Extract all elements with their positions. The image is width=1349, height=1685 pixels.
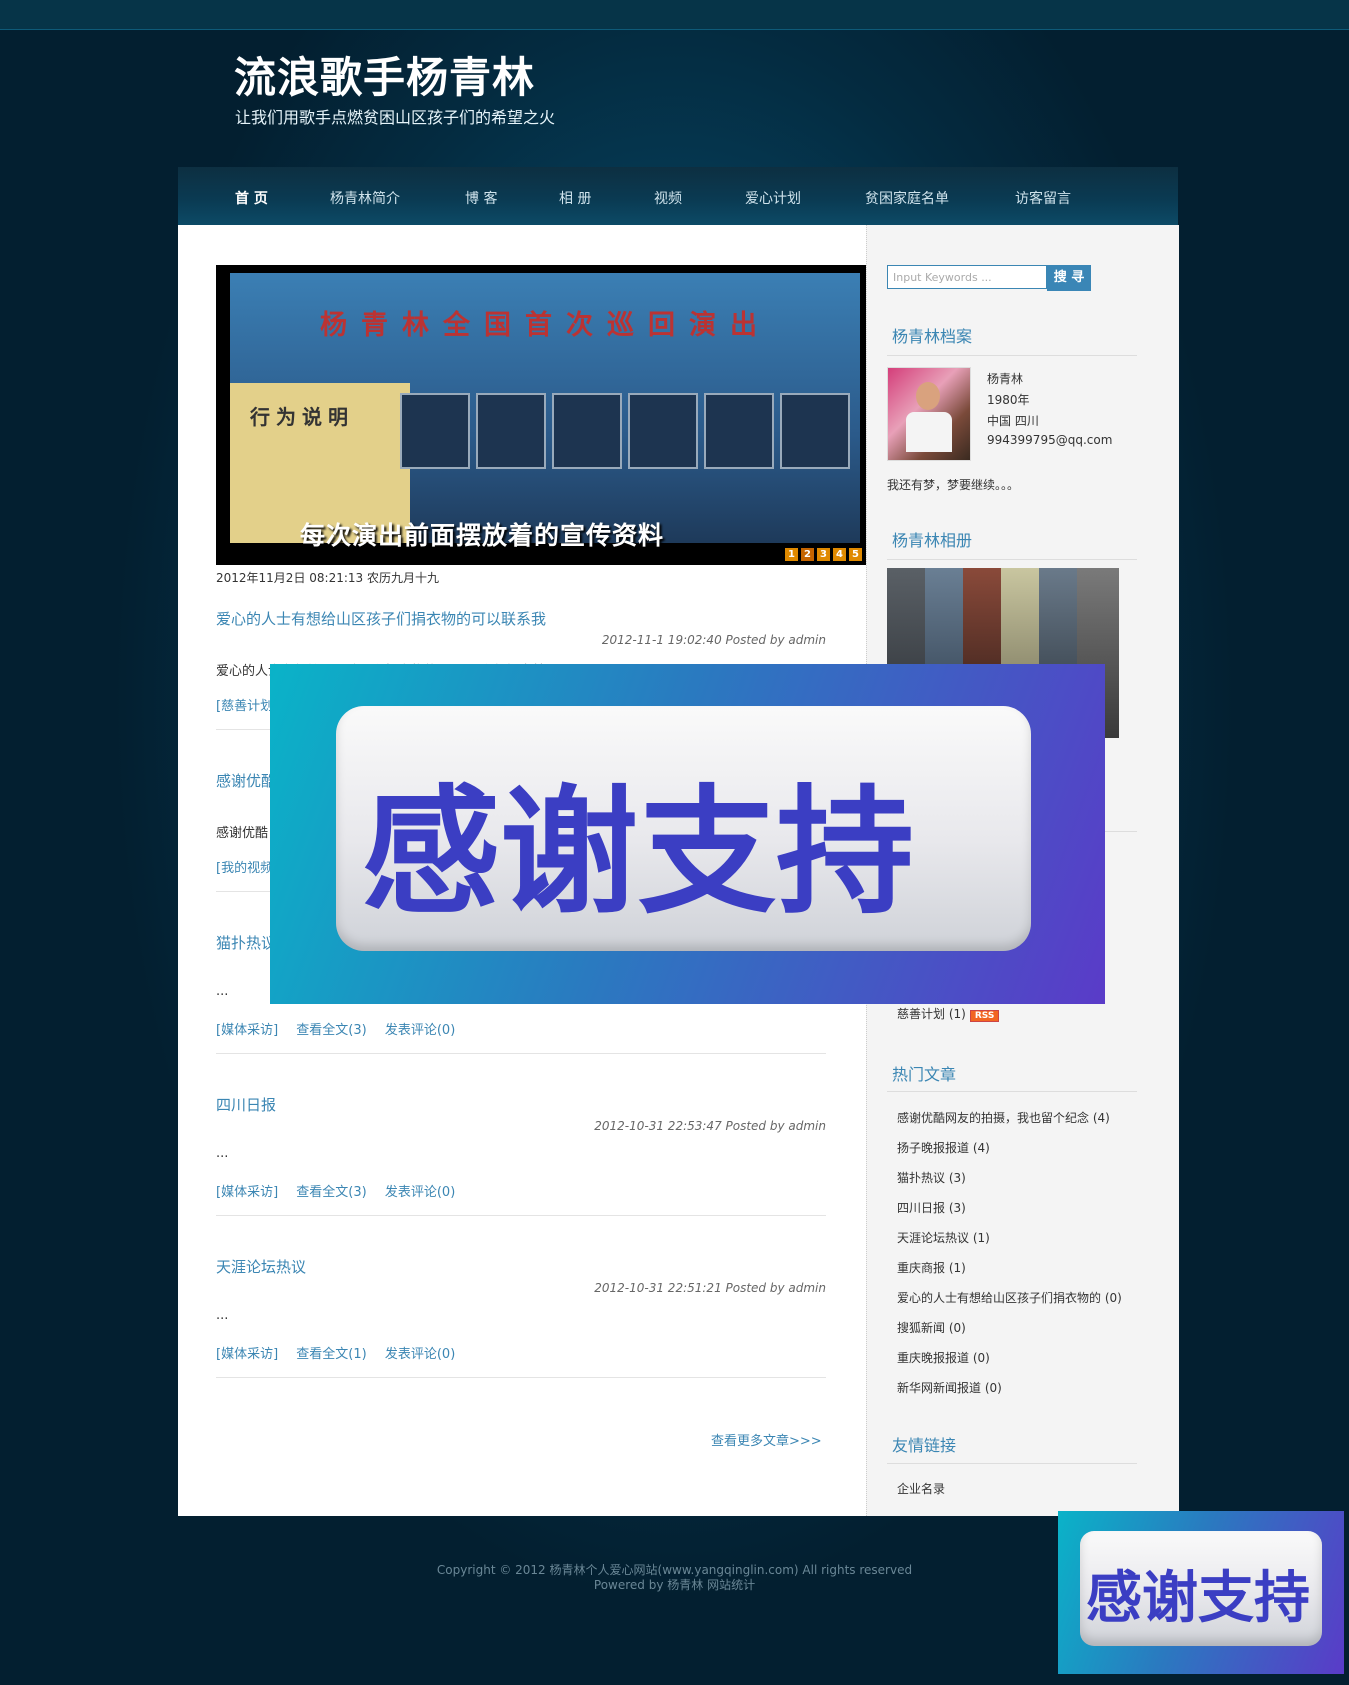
support-corner-badge[interactable]: 感谢支持: [1058, 1511, 1344, 1674]
list-item[interactable]: 重庆商报 (1): [897, 1259, 1122, 1289]
post-links: [媒体采访] 查看全文(3) 发表评论(0): [216, 1019, 469, 1038]
post-links: [媒体采访] 查看全文(1) 发表评论(0): [216, 1343, 469, 1362]
slide-banner-text: 杨青林全国首次巡回演出: [320, 310, 771, 341]
divider: [887, 559, 1137, 560]
search-button[interactable]: 搜 寻: [1047, 265, 1091, 291]
slide-photo: [780, 393, 850, 469]
nav-charity-plan[interactable]: 爱心计划: [745, 188, 801, 208]
search-input[interactable]: Input Keywords ...: [887, 265, 1047, 289]
site-title[interactable]: 流浪歌手杨青林: [234, 44, 535, 105]
slide-page-4[interactable]: 4: [833, 548, 846, 561]
top-bar: [0, 0, 1349, 30]
slide-photo: [552, 393, 622, 469]
post-read-more-link[interactable]: 查看全文(1): [296, 1347, 366, 1362]
nav-blog[interactable]: 博 客: [465, 188, 497, 208]
list-item[interactable]: 爱心的人士有想给山区孩子们捐衣物的 (0): [897, 1289, 1122, 1319]
rss-badge[interactable]: RSS: [969, 1010, 1000, 1022]
post-category-link[interactable]: [我的视频]: [216, 861, 278, 876]
slide-photo: [400, 393, 470, 469]
nav-album[interactable]: 相 册: [559, 188, 591, 208]
slide-page-1[interactable]: 1: [785, 548, 798, 561]
list-item[interactable]: 新华网新闻报道 (0): [897, 1379, 1122, 1409]
date-line: 2012年11月2日 08:21:13 农历九月十九: [216, 571, 439, 585]
post-category-link[interactable]: [媒体采访]: [216, 1023, 278, 1038]
post-links: [媒体采访] 查看全文(3) 发表评论(0): [216, 1181, 469, 1200]
nav-guestbook[interactable]: 访客留言: [1015, 188, 1071, 208]
slide-page-5[interactable]: 5: [849, 548, 862, 561]
avatar: [887, 367, 971, 461]
hot-articles-heading: 热门文章: [892, 1065, 957, 1084]
profile-email: 994399795@qq.com: [987, 433, 1113, 447]
more-articles-link[interactable]: 查看更多文章>>>: [711, 1430, 822, 1449]
support-badge-text: 感谢支持: [1086, 1566, 1310, 1631]
post-title[interactable]: 四川日报: [216, 1094, 276, 1115]
list-item[interactable]: 猫扑热议 (3): [897, 1169, 1122, 1199]
friend-link[interactable]: 企业名录: [897, 1480, 945, 1497]
divider: [887, 355, 1137, 356]
main-nav: 首 页 杨青林简介 博 客 相 册 视频 爱心计划 贫困家庭名单 访客留言: [178, 167, 1178, 225]
support-popup[interactable]: 感谢支持: [270, 664, 1105, 1004]
post-divider: [216, 1377, 826, 1378]
post-title[interactable]: 爱心的人士有想给山区孩子们捐衣物的可以联系我: [216, 608, 546, 629]
post-excerpt: ...: [216, 984, 229, 999]
post-excerpt: ...: [216, 1146, 229, 1161]
post-title[interactable]: 感谢优酷: [216, 770, 276, 791]
post-comment-link[interactable]: 发表评论(0): [385, 1185, 455, 1200]
avatar-shirt: [906, 412, 952, 452]
slideshow[interactable]: 杨青林全国首次巡回演出 行为说明 每次演出前面摆放着的宣传资料 12345: [216, 265, 866, 565]
slide-sign-text: 行为说明: [250, 405, 354, 429]
slide-page-2[interactable]: 2: [801, 548, 814, 561]
slide-photos: [400, 393, 860, 473]
post-title[interactable]: 猫扑热议: [216, 932, 276, 953]
list-item[interactable]: 感谢优酷网友的拍摄，我也留个纪念 (4): [897, 1109, 1122, 1139]
album-heading: 杨青林相册: [892, 531, 973, 550]
post-comment-link[interactable]: 发表评论(0): [385, 1023, 455, 1038]
profile-name: 杨青林: [987, 372, 1024, 386]
profile-year: 1980年: [987, 393, 1030, 407]
divider: [887, 1091, 1137, 1092]
post-category-link[interactable]: [慈善计划]: [216, 699, 278, 714]
slide-caption: 每次演出前面摆放着的宣传资料: [300, 521, 665, 550]
friend-links-heading: 友情链接: [892, 1436, 957, 1455]
slide-photo: [628, 393, 698, 469]
category-label[interactable]: 慈善计划 (1): [897, 1007, 966, 1021]
profile-location: 中国 四川: [987, 414, 1039, 428]
post-category-link[interactable]: [媒体采访]: [216, 1347, 278, 1362]
category-item[interactable]: 慈善计划 (1) RSS: [897, 1005, 1000, 1022]
post-divider: [216, 1215, 826, 1216]
nav-poor-families[interactable]: 贫困家庭名单: [865, 188, 949, 208]
profile-heading: 杨青林档案: [892, 327, 973, 346]
list-item[interactable]: 重庆晚报报道 (0): [897, 1349, 1122, 1379]
nav-profile[interactable]: 杨青林简介: [330, 188, 400, 208]
post-meta: 2012-10-31 22:51:21 Posted by admin: [594, 1281, 826, 1295]
post-excerpt: 感谢优酷: [216, 826, 269, 841]
site-subtitle: 让我们用歌手点燃贫困山区孩子们的希望之火: [235, 108, 556, 127]
slide-image: 杨青林全国首次巡回演出 行为说明 每次演出前面摆放着的宣传资料: [230, 273, 860, 550]
nav-video[interactable]: 视频: [654, 188, 682, 208]
slide-photo: [704, 393, 774, 469]
post-meta: 2012-10-31 22:53:47 Posted by admin: [594, 1119, 826, 1133]
slide-photo: [476, 393, 546, 469]
divider: [887, 1463, 1137, 1464]
list-item[interactable]: 搜狐新闻 (0): [897, 1319, 1122, 1349]
post-read-more-link[interactable]: 查看全文(3): [296, 1023, 366, 1038]
post-comment-link[interactable]: 发表评论(0): [385, 1347, 455, 1362]
support-popup-text: 感谢支持: [362, 772, 915, 933]
post-read-more-link[interactable]: 查看全文(3): [296, 1185, 366, 1200]
post-excerpt: ...: [216, 1308, 229, 1323]
profile-motto: 我还有梦，梦要继续。。。: [887, 478, 1020, 492]
list-item[interactable]: 天涯论坛热议 (1): [897, 1229, 1122, 1259]
post-title[interactable]: 天涯论坛热议: [216, 1256, 306, 1277]
list-item[interactable]: 四川日报 (3): [897, 1199, 1122, 1229]
list-item[interactable]: 扬子晚报报道 (4): [897, 1139, 1122, 1169]
avatar-face: [916, 382, 940, 410]
post-category-link[interactable]: [媒体采访]: [216, 1185, 278, 1200]
post-divider: [216, 1053, 826, 1054]
post-meta: 2012-11-1 19:02:40 Posted by admin: [601, 633, 826, 647]
slide-pager: 12345: [782, 546, 862, 561]
nav-home[interactable]: 首 页: [235, 188, 268, 208]
slide-page-3[interactable]: 3: [817, 548, 830, 561]
hot-articles-list: 感谢优酷网友的拍摄，我也留个纪念 (4) 扬子晚报报道 (4) 猫扑热议 (3)…: [897, 1109, 1122, 1409]
